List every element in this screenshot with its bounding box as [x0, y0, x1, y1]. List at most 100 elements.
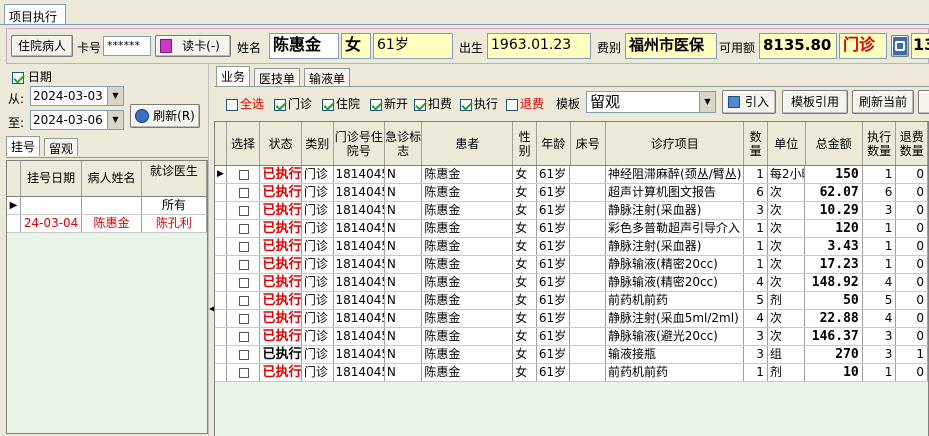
filter-refund[interactable]: 退费	[506, 95, 544, 112]
table-row[interactable]: 已执行 门诊 1814045 N 陈惠金女 61岁 前药机前药 1 剂 10 1 0	[215, 364, 928, 382]
refund-qty-cell: 0	[896, 274, 928, 291]
table-row[interactable]: ▶已执行门诊1814045N陈惠金女61岁神经阻滞麻醉(颈丛/臂丛)1每2小时1…	[215, 166, 928, 184]
tab-business[interactable]: 业务	[216, 66, 251, 87]
row-select-cell[interactable]	[227, 310, 261, 327]
execute-checkbox[interactable]	[460, 98, 472, 111]
date-checkbox[interactable]	[12, 71, 24, 84]
row-select-cell[interactable]	[227, 166, 261, 183]
row-checkbox[interactable]	[239, 205, 250, 216]
filter-all[interactable]: 全选	[226, 95, 264, 112]
refresh-button[interactable]: 刷新(R)	[130, 104, 200, 128]
template-ref-button[interactable]: 模板引用	[782, 90, 848, 114]
more-button[interactable]	[918, 90, 929, 114]
row-select-cell[interactable]	[227, 274, 261, 291]
tab-project-execute[interactable]: 项目执行	[4, 4, 66, 24]
col-category[interactable]: 类别	[302, 122, 334, 165]
emergency-cell: N	[385, 238, 423, 255]
tab-medtech[interactable]: 医技单	[254, 68, 301, 86]
col-doctor[interactable]: 就诊医生	[142, 161, 208, 196]
table-row[interactable]: 已执行 门诊 1814045 N 陈惠金女 61岁 超声计算机图文报告 6 次 62.07 6 0	[215, 184, 928, 202]
tab-observation[interactable]: 留观	[44, 138, 79, 156]
import-button[interactable]: 引入	[722, 90, 776, 114]
col-status[interactable]: 状态	[260, 122, 302, 165]
row-checkbox[interactable]	[239, 295, 250, 306]
card-info-button[interactable]	[891, 35, 909, 57]
unit-cell: 剂	[768, 364, 806, 381]
charge-checkbox[interactable]	[414, 98, 426, 111]
chevron-down-icon[interactable]: ▼	[107, 111, 123, 129]
date-filter[interactable]: 日期	[12, 68, 52, 85]
inpatient-checkbox[interactable]	[322, 98, 334, 111]
table-row[interactable]: 已执行 门诊 1814045 N 陈惠金女 61岁 彩色多普勒超声引导介入 1 次 120 1 0	[215, 220, 928, 238]
col-bed[interactable]: 床号	[571, 122, 607, 165]
from-date-input[interactable]: 2024-03-03 ▼	[30, 86, 124, 106]
col-refund-qty[interactable]: 退费数量	[896, 122, 928, 165]
chevron-down-icon[interactable]: ▼	[699, 92, 715, 112]
inpatient-button[interactable]: 住院病人	[11, 35, 73, 57]
filter-execute[interactable]: 执行	[460, 95, 498, 112]
col-gender[interactable]: 性别	[513, 122, 537, 165]
row-checkbox[interactable]	[239, 331, 250, 342]
tab-infusion[interactable]: 输液单	[304, 68, 351, 86]
refund-qty-cell: 0	[896, 166, 928, 183]
col-item[interactable]: 诊疗项目	[606, 122, 745, 165]
table-row[interactable]: 已执行 门诊 1814045 N 陈惠金女 61岁 静脉输液(精密20cc) 1 次 17.23 1…	[215, 256, 928, 274]
row-checkbox[interactable]	[239, 349, 250, 360]
table-row[interactable]: ▶ 所有	[7, 197, 208, 215]
row-checkbox[interactable]	[239, 223, 250, 234]
read-card-button[interactable]: 读卡(-)	[155, 35, 231, 57]
row-select-cell[interactable]	[227, 328, 261, 345]
row-select-cell[interactable]	[227, 292, 261, 309]
card-input[interactable]: ******	[103, 36, 151, 56]
row-checkbox[interactable]	[239, 367, 250, 378]
table-row[interactable]: 已执行 门诊 1814045 N 陈惠金女 61岁 输液接瓶 3 组 270 3 1	[215, 346, 928, 364]
tab-registration[interactable]: 挂号	[6, 136, 41, 156]
filter-inpatient[interactable]: 住院	[322, 95, 360, 112]
table-row[interactable]: 24-03-04 陈惠金 陈孔利	[7, 215, 208, 233]
row-checkbox[interactable]	[239, 259, 250, 270]
col-visit-no[interactable]: 门诊号住院号	[334, 122, 385, 165]
col-amount[interactable]: 总金额	[806, 122, 863, 165]
col-patient-name[interactable]: 病人姓名	[82, 161, 142, 196]
col-qty[interactable]: 数量	[744, 122, 769, 165]
filter-new[interactable]: 新开	[370, 95, 408, 112]
row-checkbox[interactable]	[239, 241, 250, 252]
row-checkbox[interactable]	[239, 169, 250, 180]
row-select-cell[interactable]	[227, 238, 261, 255]
new-checkbox[interactable]	[370, 98, 382, 111]
row-checkbox[interactable]	[239, 313, 250, 324]
row-select-cell[interactable]	[227, 202, 261, 219]
table-row[interactable]: 已执行 门诊 1814045 N 陈惠金女 61岁 静脉输液(避光20cc) 3 次 146.37…	[215, 328, 928, 346]
row-checkbox[interactable]	[239, 277, 250, 288]
all-checkbox[interactable]	[226, 98, 238, 111]
template-select[interactable]: 留观 ▼	[586, 91, 716, 113]
table-row[interactable]: 已执行 门诊 1814045 N 陈惠金女 61岁 静脉输液(精密20cc) 4 次 148.92…	[215, 274, 928, 292]
row-select-cell[interactable]	[227, 364, 261, 381]
row-checkbox[interactable]	[239, 187, 250, 198]
filter-charge[interactable]: 扣费	[414, 95, 452, 112]
refund-checkbox[interactable]	[506, 98, 518, 111]
row-indicator	[215, 256, 227, 273]
to-date-input[interactable]: 2024-03-06 ▼	[30, 110, 124, 130]
table-row[interactable]: 已执行 门诊 1814045 N 陈惠金女 61岁 静脉注射(采血器) 1 次 3.43 1 0	[215, 238, 928, 256]
col-reg-date[interactable]: 挂号日期	[21, 161, 83, 196]
table-row[interactable]: 已执行 门诊 1814045 N 陈惠金女 61岁 前药机前药 5 剂 50 5 0	[215, 292, 928, 310]
col-unit[interactable]: 单位	[768, 122, 806, 165]
filter-outpatient[interactable]: 门诊	[274, 95, 312, 112]
col-patient[interactable]: 患者	[422, 122, 514, 165]
outpatient-checkbox[interactable]	[274, 98, 286, 111]
amount-cell: 62.07	[805, 184, 863, 201]
table-row[interactable]: 已执行 门诊 1814045 N 陈惠金女 61岁 静脉注射(采血5ml/2ml) 4 次 22.…	[215, 310, 928, 328]
col-emergency[interactable]: 急诊标志	[385, 122, 423, 165]
chevron-down-icon[interactable]: ▼	[107, 87, 123, 105]
col-exec-qty[interactable]: 执行数量	[863, 122, 897, 165]
row-select-cell[interactable]	[227, 184, 261, 201]
col-age[interactable]: 年龄	[537, 122, 571, 165]
refresh-current-button[interactable]: 刷新当前	[852, 90, 914, 114]
unit-cell: 次	[768, 256, 806, 273]
row-select-cell[interactable]	[227, 220, 261, 237]
col-select[interactable]: 选择	[227, 122, 261, 165]
row-select-cell[interactable]	[227, 256, 261, 273]
row-select-cell[interactable]	[227, 346, 261, 363]
table-row[interactable]: 已执行 门诊 1814045 N 陈惠金女 61岁 静脉注射(采血器) 3 次 10.29 3 0	[215, 202, 928, 220]
